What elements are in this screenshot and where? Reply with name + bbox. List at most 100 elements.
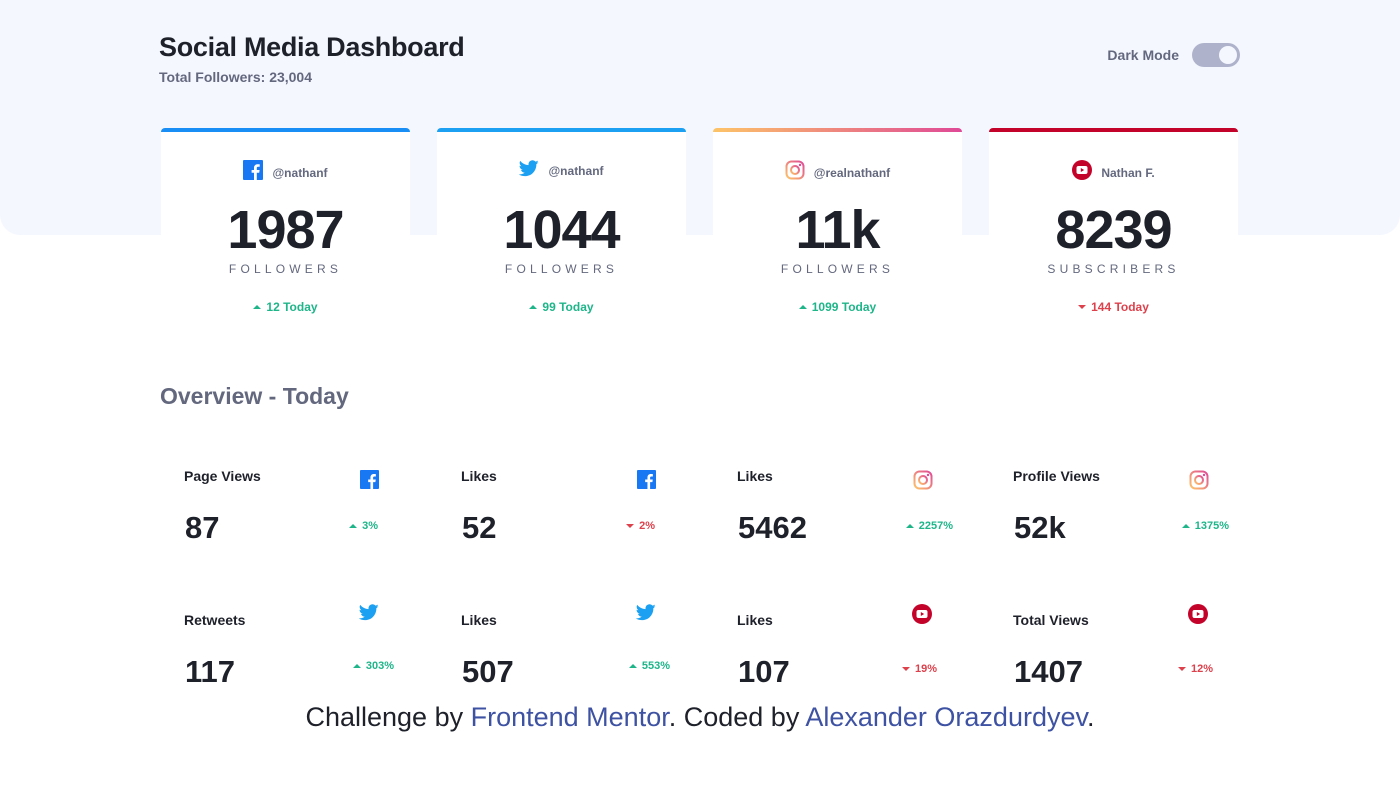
overview-value: 52k (1014, 510, 1066, 545)
arrow-up-icon (253, 305, 262, 309)
youtube-icon (1072, 160, 1093, 185)
footer-text: Challenge by (305, 702, 471, 732)
overview-label: Retweets (184, 612, 246, 628)
frontend-mentor-link[interactable]: Frontend Mentor (471, 702, 669, 732)
arrow-down-icon (901, 667, 910, 671)
overview-card[interactable]: Page Views 87 3% (161, 440, 410, 565)
card-count: 8239 (1055, 200, 1172, 260)
overview-change-text: 303% (365, 660, 394, 672)
overview-label: Likes (461, 612, 497, 628)
facebook-icon (243, 160, 264, 185)
instagram-icon (913, 470, 933, 495)
overview-change-text: 2257% (918, 520, 953, 532)
total-followers: Total Followers: 23,004 (159, 69, 313, 85)
card-change: 12 Today (161, 300, 410, 314)
overview-change-text: 1375% (1194, 520, 1229, 532)
overview-card[interactable]: Total Views 1407 12% (990, 584, 1239, 709)
youtube-icon (912, 604, 932, 629)
overview-value: 87 (185, 510, 220, 545)
arrow-down-icon (1078, 305, 1087, 309)
overview-value: 52 (462, 510, 497, 545)
card-youtube[interactable]: Nathan F. 8239 SUBSCRIBERS 144 Today (989, 128, 1238, 343)
overview-card[interactable]: Likes 52 2% (438, 440, 687, 565)
youtube-icon (1188, 604, 1208, 629)
card-count: 1044 (503, 200, 620, 260)
arrow-up-icon (349, 524, 358, 528)
facebook-icon (360, 470, 379, 494)
overview-card[interactable]: Profile Views 52k 1375% (990, 440, 1239, 565)
overview-label: Likes (737, 468, 773, 484)
instagram-icon (785, 160, 805, 185)
card-label: FOLLOWERS (228, 262, 343, 276)
overview-value: 107 (738, 654, 790, 689)
toggle-knob (1219, 46, 1237, 64)
overview-change: 12% (1177, 663, 1213, 675)
card-change-text: 12 Today (266, 300, 318, 314)
card-handle: @realnathanf (713, 160, 962, 185)
card-handle-text: Nathan F. (1101, 165, 1155, 180)
overview-change: 1375% (1181, 520, 1229, 532)
overview-card[interactable]: Likes 5462 2257% (714, 440, 963, 565)
overview-change: 3% (349, 520, 378, 532)
card-handle: @nathanf (437, 160, 686, 182)
card-accent-bar (713, 128, 962, 132)
page-title: Social Media Dashboard (159, 32, 465, 62)
twitter-icon (635, 604, 656, 626)
overview-change: 2% (626, 520, 655, 532)
overview-value: 5462 (738, 510, 807, 545)
card-accent-bar (161, 128, 410, 132)
author-link[interactable]: Alexander Orazdurdyev (805, 702, 1087, 732)
card-accent-bar (437, 128, 686, 132)
card-facebook[interactable]: @nathanf 1987 FOLLOWERS 12 Today (161, 128, 410, 343)
overview-value: 117 (185, 654, 236, 689)
overview-change-text: 3% (362, 520, 378, 532)
arrow-down-icon (626, 524, 635, 528)
instagram-icon (1189, 470, 1209, 495)
card-change-text: 99 Today (542, 300, 594, 314)
footer-text: . Coded by (668, 702, 806, 732)
overview-value: 507 (462, 654, 514, 689)
dark-mode-toggle[interactable] (1192, 43, 1240, 67)
arrow-up-icon (905, 524, 914, 528)
overview-change-text: 553% (641, 660, 670, 672)
card-twitter[interactable]: @nathanf 1044 FOLLOWERS 99 Today (437, 128, 686, 343)
card-handle: Nathan F. (989, 160, 1238, 185)
card-change: 99 Today (437, 300, 686, 314)
overview-title: Overview - Today (160, 383, 349, 409)
card-label: SUBSCRIBERS (1047, 262, 1180, 276)
arrow-up-icon (628, 664, 637, 668)
overview-change: 553% (628, 660, 670, 672)
card-label: FOLLOWERS (780, 262, 895, 276)
overview-change: 2257% (905, 520, 953, 532)
card-handle-text: @nathanf (548, 164, 604, 178)
overview-label: Total Views (1013, 612, 1089, 628)
card-count: 11k (795, 200, 880, 260)
arrow-up-icon (1181, 524, 1190, 528)
overview-change: 303% (352, 660, 394, 672)
overview-label: Page Views (184, 468, 261, 484)
card-handle-text: @nathanf (272, 165, 328, 180)
card-count: 1987 (227, 200, 344, 260)
attribution-footer: Challenge by Frontend Mentor. Coded by A… (0, 702, 1400, 733)
card-handle: @nathanf (161, 160, 410, 185)
twitter-icon (519, 160, 540, 182)
arrow-up-icon (529, 305, 538, 309)
card-change-text: 144 Today (1091, 300, 1149, 314)
dark-mode-control: Dark Mode (1107, 43, 1240, 67)
follower-cards: @nathanf 1987 FOLLOWERS 12 Today @nathan… (161, 128, 1239, 343)
overview-card[interactable]: Retweets 117 303% (161, 584, 410, 709)
footer-text: . (1087, 702, 1095, 732)
arrow-down-icon (1177, 667, 1186, 671)
overview-change: 19% (901, 663, 937, 675)
facebook-icon (637, 470, 656, 494)
dark-mode-label: Dark Mode (1107, 47, 1179, 63)
card-instagram[interactable]: @realnathanf 11k FOLLOWERS 1099 Today (713, 128, 962, 343)
card-change: 1099 Today (713, 300, 962, 314)
overview-card[interactable]: Likes 507 553% (438, 584, 687, 709)
header: Social Media Dashboard Total Followers: … (159, 30, 1240, 90)
card-change: 144 Today (989, 300, 1238, 314)
overview-card[interactable]: Likes 107 19% (714, 584, 963, 709)
twitter-icon (358, 604, 379, 626)
arrow-up-icon (352, 664, 361, 668)
arrow-up-icon (798, 305, 807, 309)
